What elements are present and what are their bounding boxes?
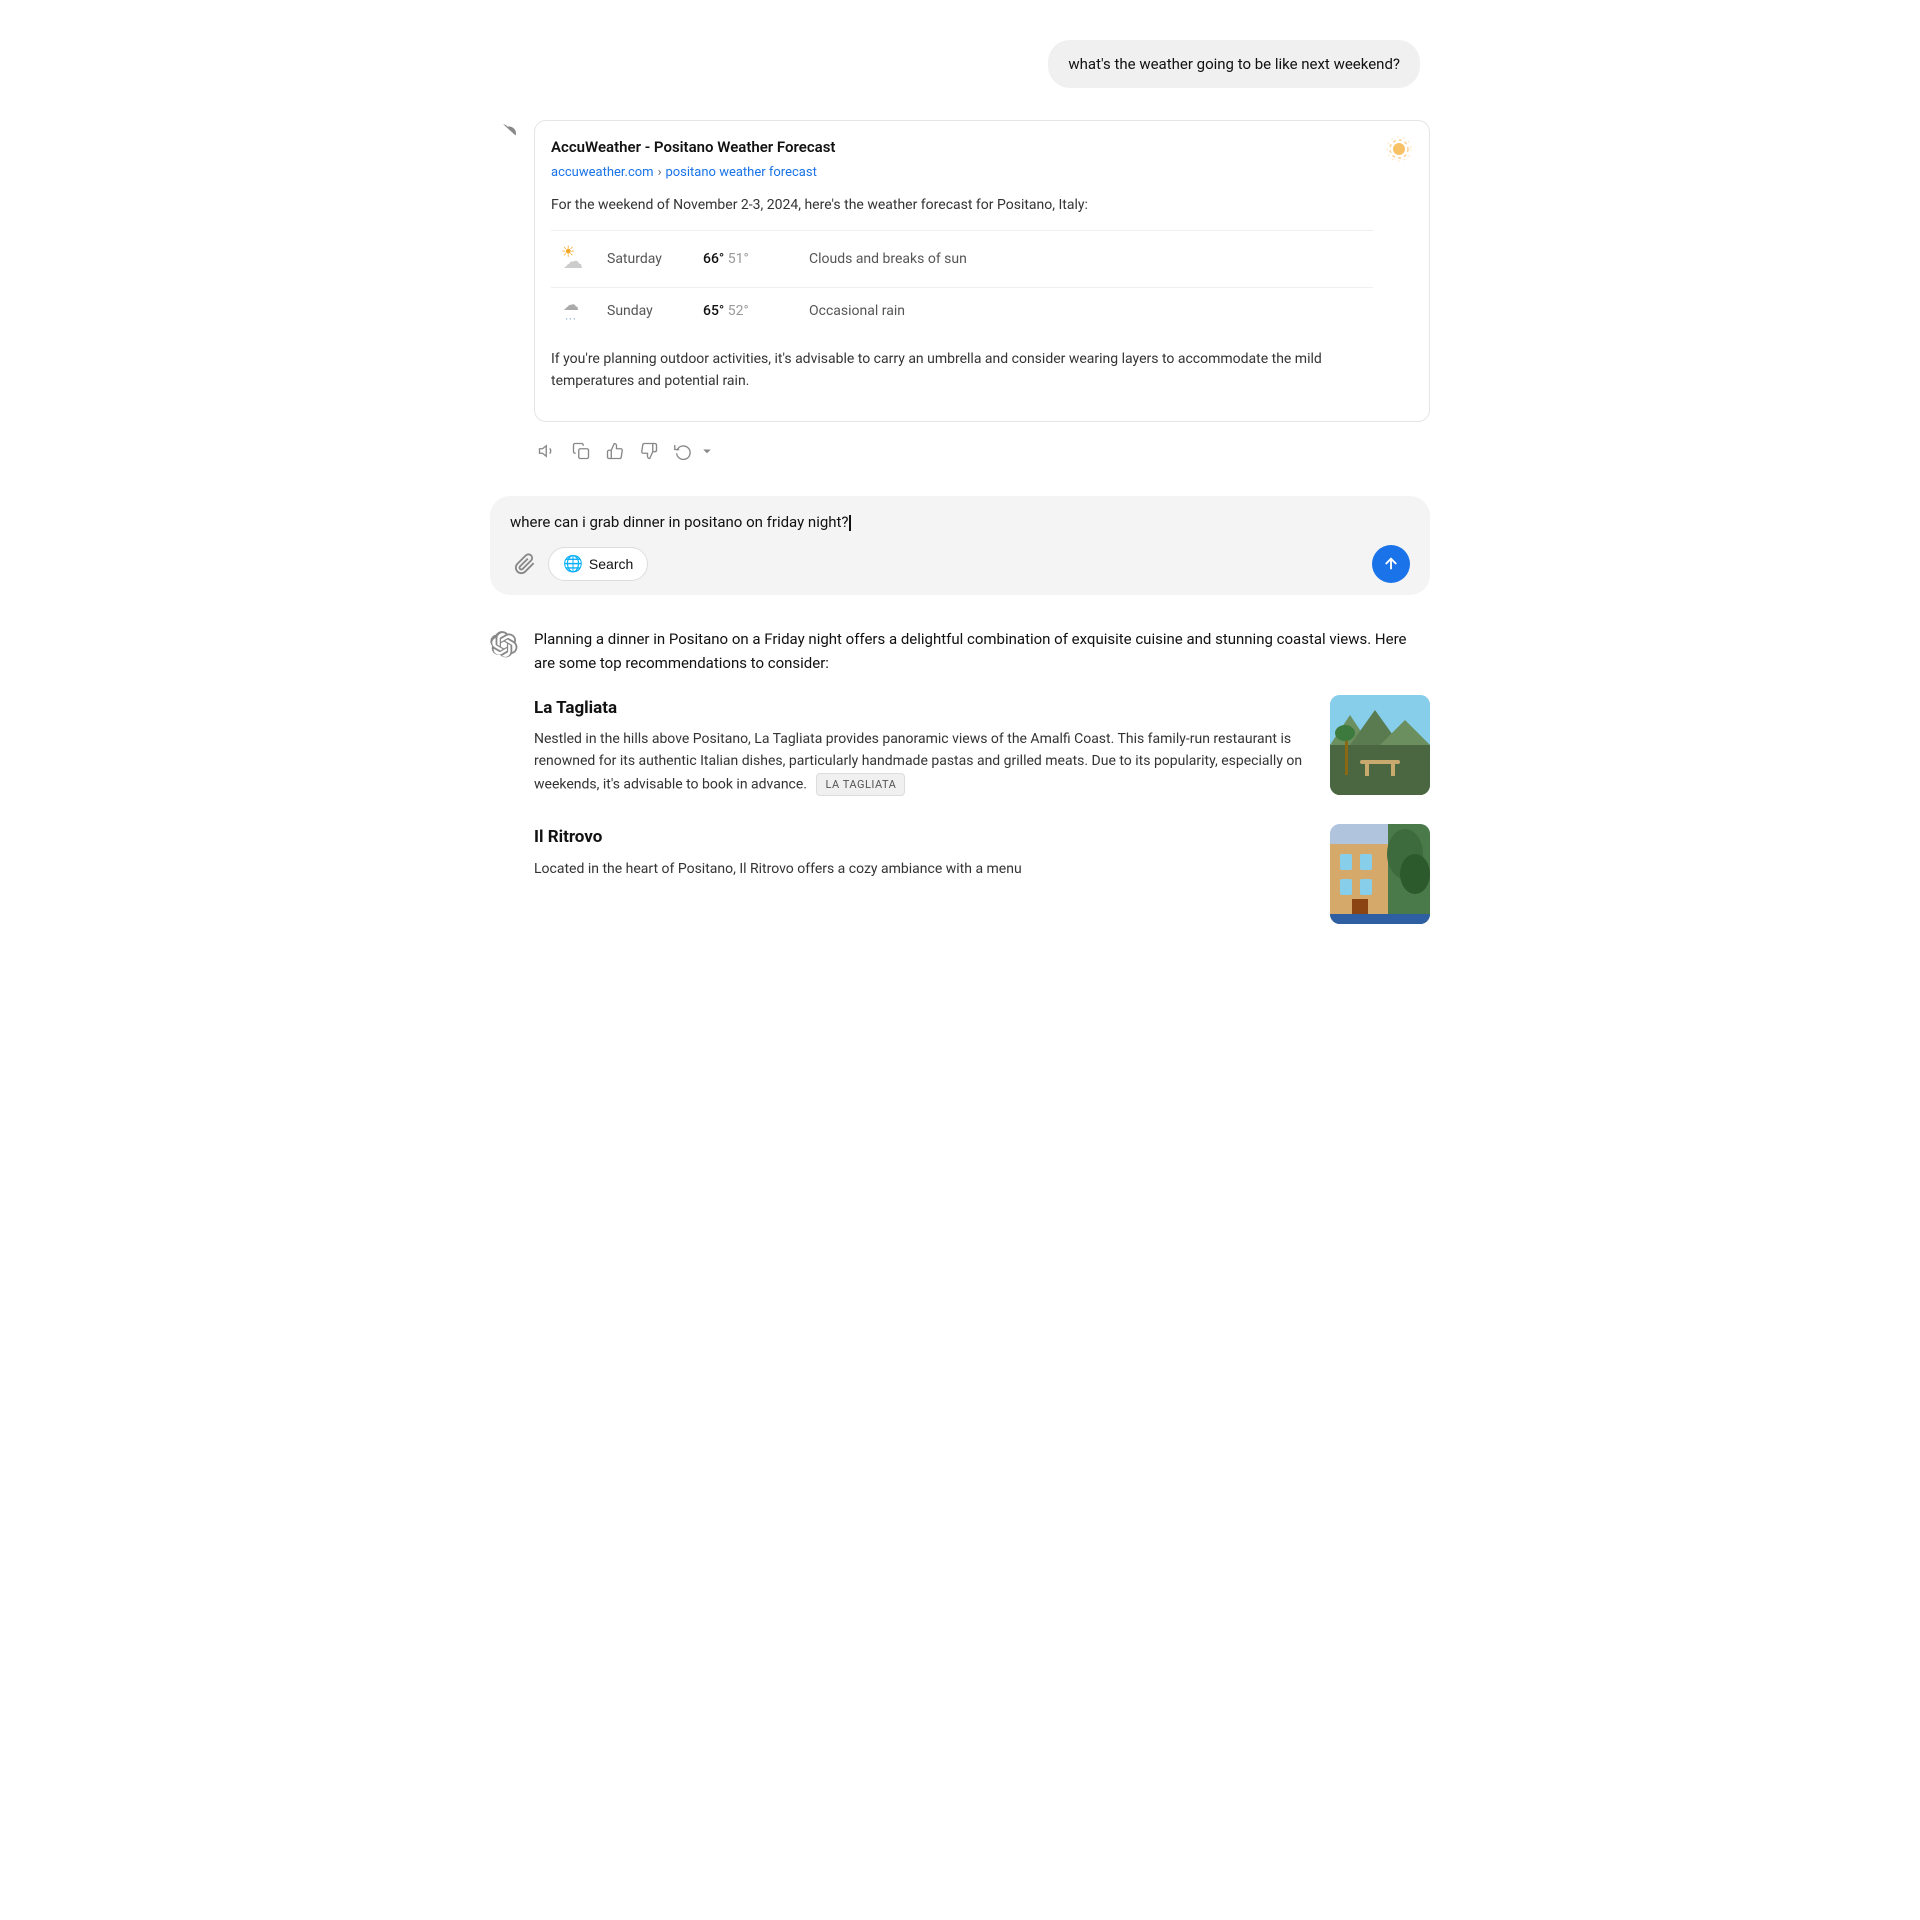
- weather-content: AccuWeather - Positano Weather Forecast …: [534, 120, 1430, 464]
- assistant-dinner-message: Planning a dinner in Positano on a Frida…: [480, 627, 1440, 953]
- speak-button[interactable]: [534, 438, 560, 464]
- sunday-high: 65°: [703, 303, 724, 319]
- url-arrow-icon: ›: [658, 163, 662, 184]
- assistant-avatar: [490, 124, 518, 152]
- copy-icon: [572, 442, 590, 460]
- la-tagliata-info: La Tagliata Nestled in the hills above P…: [534, 695, 1310, 797]
- il-ritrovo-scene: [1330, 824, 1430, 924]
- sunday-label: Sunday: [607, 300, 687, 322]
- saturday-label: Saturday: [607, 248, 687, 270]
- attach-button[interactable]: [510, 549, 540, 579]
- input-actions-bar: 🌐 Search: [510, 545, 1410, 583]
- search-label: Search: [589, 556, 633, 572]
- send-button[interactable]: [1372, 545, 1410, 583]
- weather-row-sunday: ☁ ··· Sunday 65° 52° Occasional rain: [551, 287, 1373, 334]
- la-tagliata-tag: LA TAGLIATA: [816, 773, 905, 797]
- la-tagliata-desc: Nestled in the hills above Positano, La …: [534, 728, 1310, 796]
- input-box[interactable]: where can i grab dinner in positano on f…: [490, 496, 1430, 595]
- saturday-high: 66°: [703, 251, 724, 267]
- sunday-weather-icon: ☁ ···: [551, 296, 591, 326]
- saturday-desc: Clouds and breaks of sun: [809, 248, 967, 270]
- assistant-weather-message: AccuWeather - Positano Weather Forecast …: [480, 120, 1440, 464]
- input-text-display[interactable]: where can i grab dinner in positano on f…: [510, 512, 1410, 533]
- sun-spinner-icon: [1385, 135, 1413, 163]
- weather-intro: For the weekend of November 2-3, 2024, h…: [551, 194, 1373, 216]
- weather-source-card: AccuWeather - Positano Weather Forecast …: [534, 120, 1430, 422]
- il-ritrovo-image: [1330, 824, 1430, 924]
- search-button[interactable]: 🌐 Search: [548, 547, 648, 581]
- source-url-base: accuweather.com: [551, 163, 654, 184]
- sunday-low: 52°: [728, 303, 749, 319]
- copy-button[interactable]: [568, 438, 594, 464]
- sunday-desc: Occasional rain: [809, 300, 905, 322]
- sun-decoration-icon: [1385, 135, 1413, 170]
- la-tagliata-scene: [1330, 695, 1430, 795]
- source-url-path: positano weather forecast: [665, 163, 816, 184]
- thumbs-down-icon: [640, 442, 658, 460]
- weather-table: ☀ ☁ Saturday 66° 51° Clouds and breaks o…: [551, 230, 1373, 334]
- la-tagliata-image: [1330, 695, 1430, 795]
- source-url[interactable]: accuweather.com › positano weather forec…: [551, 163, 1373, 184]
- assistant-avatar-2: [490, 631, 518, 659]
- saturday-low: 51°: [728, 251, 749, 267]
- regenerate-icon: [674, 442, 692, 460]
- chatgpt-logo-icon: [490, 124, 518, 152]
- source-title: AccuWeather - Positano Weather Forecast: [551, 135, 1373, 159]
- send-arrow-icon: [1382, 555, 1400, 573]
- saturday-weather-icon: ☀ ☁: [551, 239, 591, 279]
- user-text-1: what's the weather going to be like next…: [1068, 55, 1400, 73]
- regenerate-button[interactable]: [670, 438, 720, 464]
- thumbs-up-icon: [606, 442, 624, 460]
- il-ritrovo-name: Il Ritrovo: [534, 824, 1310, 851]
- globe-icon: 🌐: [563, 554, 583, 574]
- la-tagliata-name: La Tagliata: [534, 695, 1310, 722]
- weather-advice: If you're planning outdoor activities, i…: [551, 348, 1373, 393]
- il-ritrovo-info: Il Ritrovo Located in the heart of Posit…: [534, 824, 1310, 880]
- input-typed-text: where can i grab dinner in positano on f…: [510, 513, 849, 531]
- saturday-temps: 66° 51°: [703, 248, 793, 270]
- speaker-icon: [538, 442, 556, 460]
- thumbs-up-button[interactable]: [602, 438, 628, 464]
- input-left-actions: 🌐 Search: [510, 547, 648, 581]
- user-bubble-1: what's the weather going to be like next…: [1048, 40, 1420, 88]
- restaurant-card-il-ritrovo: Il Ritrovo Located in the heart of Posit…: [534, 824, 1430, 924]
- chatgpt-logo-icon-2: [490, 631, 518, 659]
- action-buttons: [534, 438, 1430, 464]
- il-ritrovo-desc: Located in the heart of Positano, Il Rit…: [534, 858, 1310, 880]
- restaurant-card-la-tagliata: La Tagliata Nestled in the hills above P…: [534, 695, 1430, 797]
- user-message-1: what's the weather going to be like next…: [480, 40, 1440, 88]
- weather-row-saturday: ☀ ☁ Saturday 66° 51° Clouds and breaks o…: [551, 230, 1373, 287]
- paperclip-icon: [514, 553, 536, 575]
- text-cursor: [849, 515, 851, 531]
- dropdown-arrow-icon: [698, 442, 716, 460]
- dinner-intro: Planning a dinner in Positano on a Frida…: [534, 627, 1430, 675]
- dinner-content: Planning a dinner in Positano on a Frida…: [534, 627, 1430, 953]
- sunday-temps: 65° 52°: [703, 300, 793, 322]
- thumbs-down-button[interactable]: [636, 438, 662, 464]
